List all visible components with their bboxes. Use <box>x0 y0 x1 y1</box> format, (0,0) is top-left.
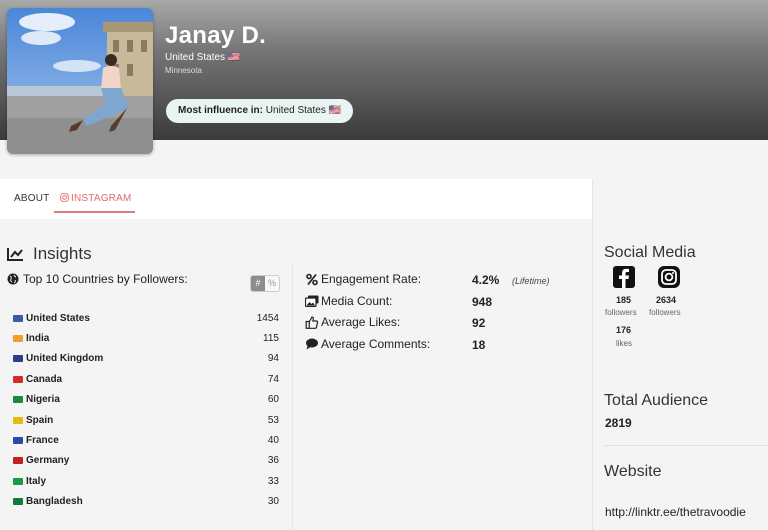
flag-icon <box>13 396 23 404</box>
country-name: Nigeria <box>26 394 60 406</box>
country-name: United Kingdom <box>26 353 104 365</box>
section-divider <box>604 445 768 446</box>
thumbs-up-icon <box>305 316 319 329</box>
country-name: United States <box>26 312 90 324</box>
comment-icon <box>306 338 318 349</box>
instagram-social-icon[interactable] <box>658 266 680 288</box>
profile-country: United States 🇺🇸 <box>165 52 241 63</box>
stat-value: 18 <box>472 337 486 352</box>
flag-icon <box>13 437 23 445</box>
toggle-percent[interactable]: % <box>265 276 279 291</box>
stat-label: Engagement Rate: <box>321 272 422 286</box>
country-row: India 115 <box>7 328 279 348</box>
country-row: Italy 33 <box>7 471 279 491</box>
country-name: Spain <box>26 414 54 426</box>
influence-badge: Most influence in: United States 🇺🇸 <box>166 99 354 123</box>
flag-icon <box>13 477 23 485</box>
flag-icon <box>13 355 23 363</box>
stat-note: (Lifetime) <box>512 276 550 286</box>
facebook-likes-label: likes <box>616 339 633 348</box>
facebook-followers-label: followers <box>605 308 637 317</box>
country-name: France <box>26 435 59 447</box>
stat-value: 4.2% <box>472 273 500 287</box>
country-row: France 40 <box>7 430 279 450</box>
insights-heading: Insights <box>7 244 92 264</box>
country-list: United States 1454 India 115 United Kingdom 9… <box>7 308 279 512</box>
flag-icon <box>13 314 23 322</box>
influence-value: United States 🇺🇸 <box>265 105 342 116</box>
facebook-icon[interactable] <box>613 266 635 288</box>
country-row: Bangladesh 30 <box>7 492 279 512</box>
facebook-followers-count: 185 <box>616 295 632 305</box>
flag-icon <box>13 335 23 343</box>
insights-title: Insights <box>33 244 92 263</box>
country-count: 115 <box>263 333 279 345</box>
country-row: United Kingdom 94 <box>7 349 279 369</box>
website-title: Website <box>604 463 662 480</box>
country-row: Spain 53 <box>7 410 279 430</box>
stat-engagement-rate: Engagement Rate: 4.2% (Lifetime) <box>305 271 575 293</box>
tab-instagram-label: INSTAGRAM <box>71 193 132 204</box>
instagram-followers-label: followers <box>649 308 681 317</box>
country-count: 60 <box>267 394 279 406</box>
tab-about[interactable]: ABOUT <box>14 193 49 204</box>
tab-bar: ABOUT INSTAGRAM <box>0 179 592 219</box>
stat-value: 92 <box>472 316 486 330</box>
country-count: 30 <box>267 496 279 508</box>
chart-line-icon <box>7 248 23 261</box>
country-name: Bangladesh <box>26 496 83 508</box>
country-count: 40 <box>267 435 279 447</box>
active-tab-indicator <box>54 211 135 213</box>
stat-average-likes: Average Likes: 92 <box>305 314 575 336</box>
globe-icon <box>7 273 19 285</box>
website-link[interactable]: http://linktr.ee/thetravoodie <box>605 505 746 519</box>
influence-label: Most influence in: <box>178 105 263 116</box>
toggle-count[interactable]: # <box>251 276 265 291</box>
country-row: Nigeria 60 <box>7 390 279 410</box>
tab-instagram[interactable]: INSTAGRAM <box>60 193 132 204</box>
country-name: India <box>26 333 50 345</box>
stats-panel: Engagement Rate: 4.2% (Lifetime) Media C… <box>305 271 575 357</box>
images-icon <box>305 295 319 307</box>
instagram-icon <box>60 193 69 202</box>
countries-title: Top 10 Countries by Followers: <box>23 272 188 286</box>
country-count: 1454 <box>256 312 279 324</box>
facebook-likes-count: 176 <box>616 325 632 335</box>
country-count: 36 <box>267 455 279 467</box>
flag-icon <box>13 457 23 465</box>
instagram-followers-count: 2634 <box>656 295 677 305</box>
flag-icon <box>13 498 23 506</box>
country-name: Italy <box>26 475 47 487</box>
country-row: Germany 36 <box>7 451 279 471</box>
country-count: 33 <box>267 475 279 487</box>
stat-value: 948 <box>472 294 493 309</box>
stat-media-count: Media Count: 948 <box>305 293 575 315</box>
stat-label: Media Count: <box>321 293 393 308</box>
stat-average-comments: Average Comments: 18 <box>305 336 575 358</box>
percent-icon <box>306 273 318 286</box>
total-audience-title: Total Audience <box>604 392 709 409</box>
panel-divider <box>292 262 293 530</box>
country-count: 74 <box>267 373 279 385</box>
social-media-title: Social Media <box>604 244 696 261</box>
country-count: 53 <box>267 414 279 426</box>
countries-heading: Top 10 Countries by Followers: <box>7 272 188 286</box>
stat-label: Average Comments: <box>321 336 431 351</box>
country-row: United States 1454 <box>7 308 279 328</box>
stat-label: Average Likes: <box>321 315 401 329</box>
country-count: 94 <box>267 353 279 365</box>
profile-name: Janay D. <box>165 22 267 49</box>
profile-region: Minnesota <box>165 66 202 75</box>
flag-icon <box>13 375 23 383</box>
column-divider <box>592 179 593 530</box>
country-row: Canada 74 <box>7 369 279 389</box>
total-audience-value: 2819 <box>605 416 632 430</box>
country-name: Canada <box>26 373 63 385</box>
profile-photo <box>7 8 153 154</box>
country-name: Germany <box>26 455 70 467</box>
flag-icon <box>13 416 23 424</box>
count-percent-toggle[interactable]: # % <box>250 275 280 292</box>
